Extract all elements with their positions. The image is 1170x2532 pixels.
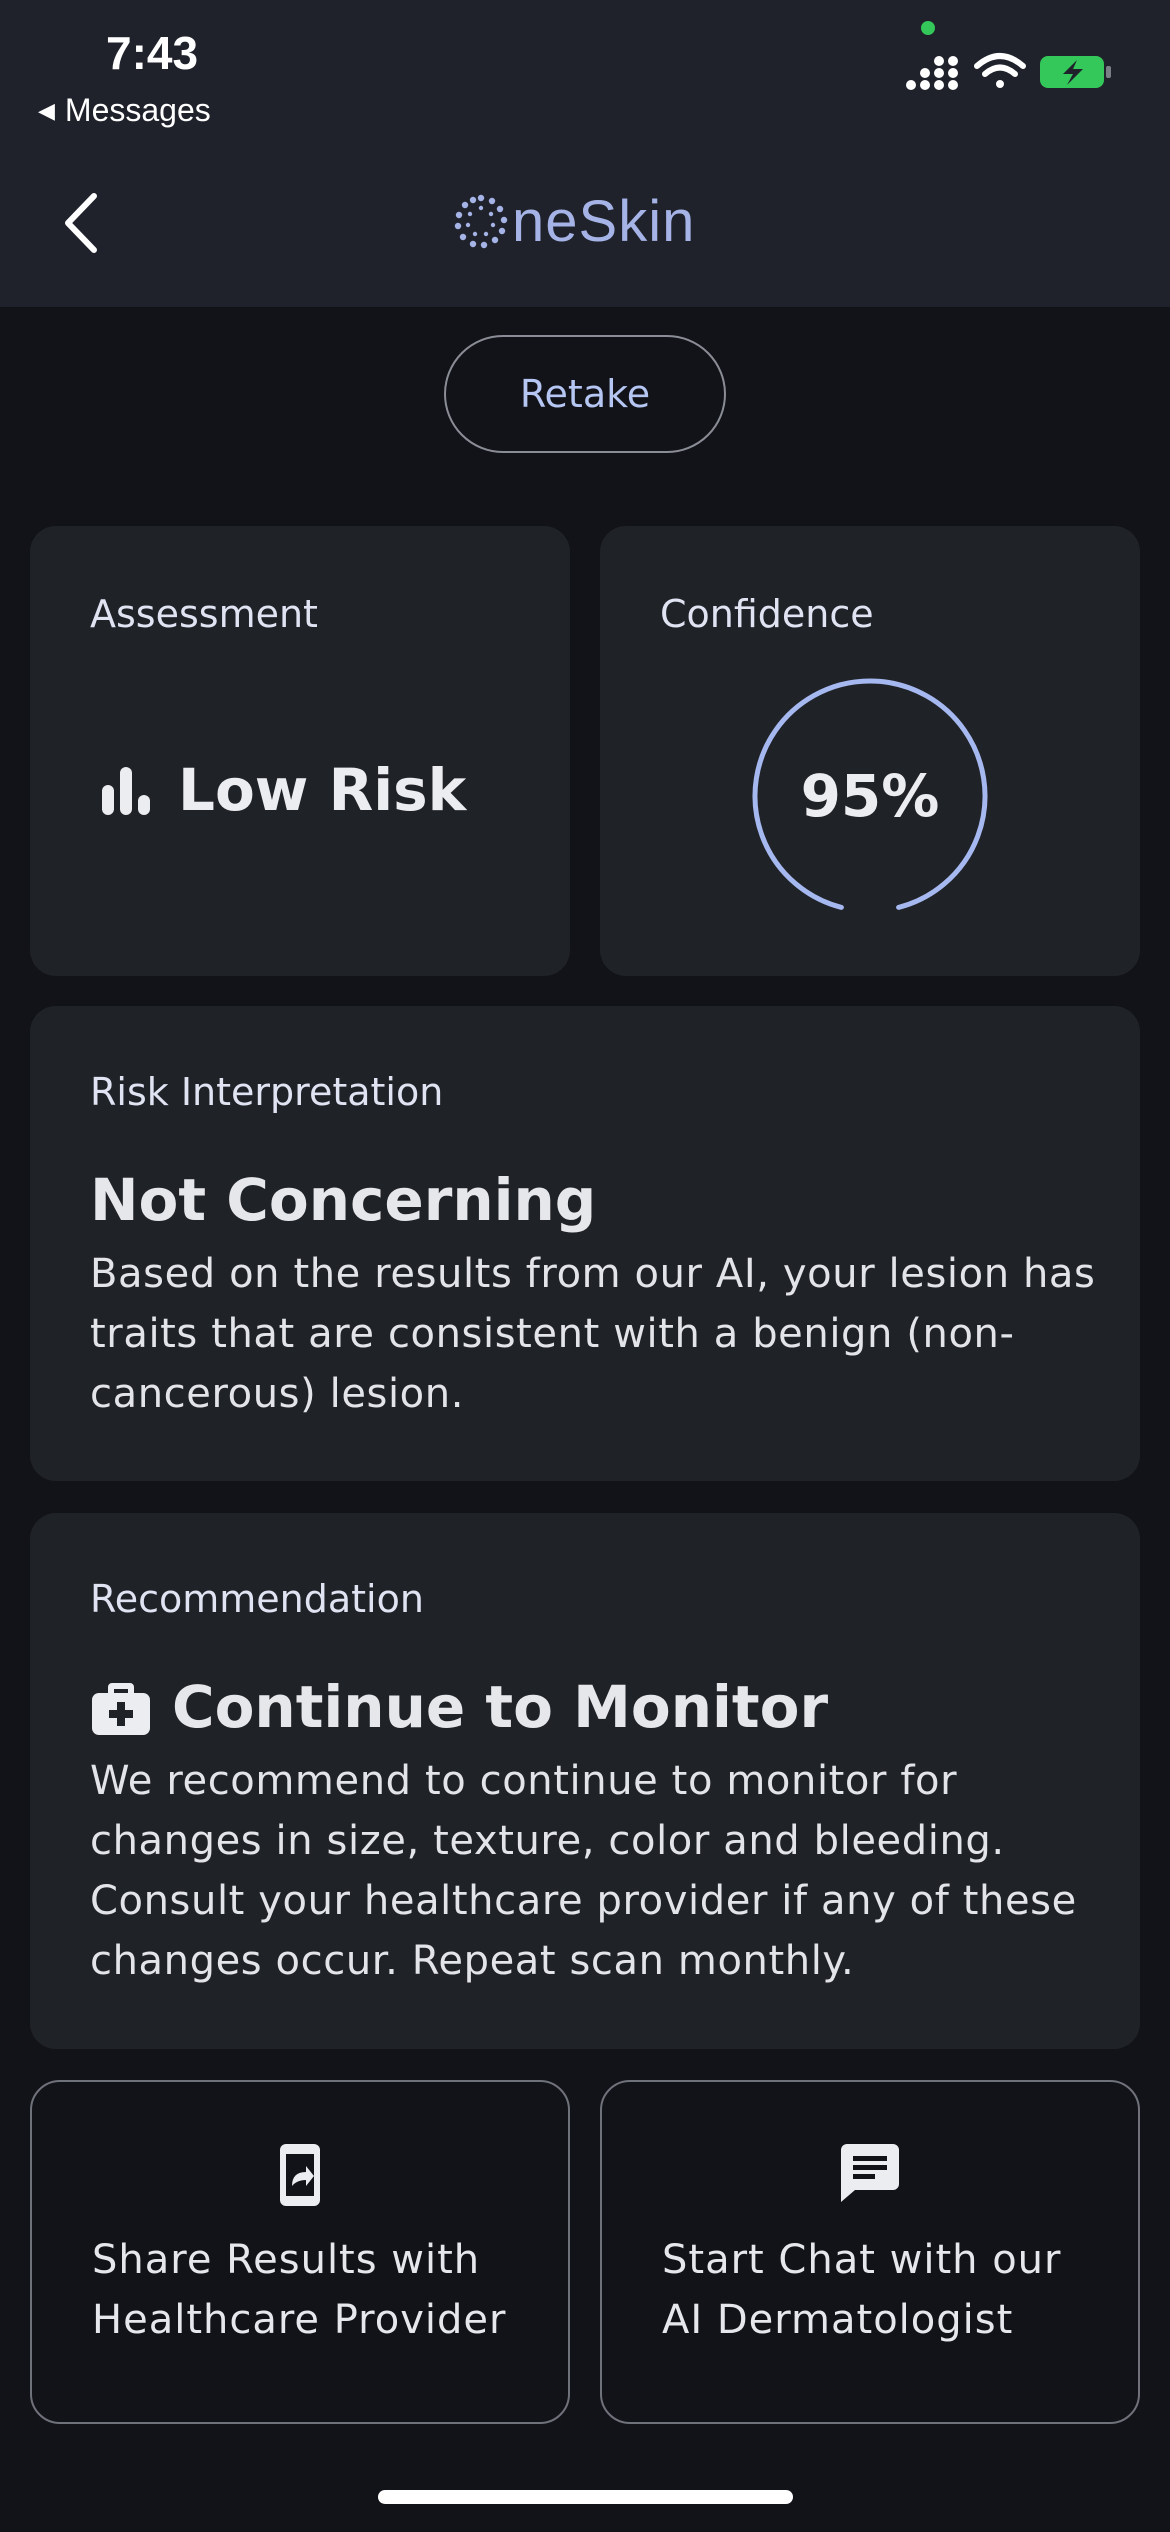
battery-icon — [1040, 56, 1111, 88]
nav-back-button[interactable] — [60, 192, 100, 258]
bar-chart-icon — [102, 767, 150, 815]
recommendation-title-row: Continue to Monitor — [90, 1673, 828, 1741]
medical-kit-icon — [92, 1683, 150, 1735]
confidence-card: Confidence 95% — [600, 526, 1140, 976]
wifi-icon — [974, 53, 1026, 88]
start-chat-button[interactable]: Start Chat with our AI Dermatologist — [600, 2080, 1140, 2424]
start-chat-label: Start Chat with our AI Dermatologist — [662, 2237, 1062, 2343]
assessment-card: Assessment Low Risk — [30, 526, 570, 976]
logo-o-dots-icon — [454, 194, 508, 248]
recommendation-card: Recommendation Continue to Monitor We re… — [30, 1513, 1140, 2049]
app-header: 7:43 ◀ Messages neSkin — [0, 0, 1170, 307]
interpretation-body: Based on the results from our AI, your l… — [90, 1251, 1096, 1417]
assessment-label: Assessment — [90, 592, 318, 636]
home-indicator[interactable] — [378, 2490, 793, 2504]
risk-level-text: Low Risk — [178, 756, 467, 824]
status-time: 7:43 — [106, 27, 199, 79]
back-triangle-icon: ◀ — [38, 97, 55, 123]
oneskin-logo: neSkin — [452, 188, 695, 255]
recommendation-label: Recommendation — [90, 1577, 424, 1621]
chat-message-icon — [841, 2144, 899, 2202]
confidence-label: Confidence — [660, 592, 874, 636]
brand-text: neSkin — [512, 189, 696, 254]
chevron-left-icon — [65, 193, 97, 253]
risk-level: Low Risk — [100, 756, 466, 824]
confidence-value: 95% — [800, 762, 940, 830]
recommendation-title: Continue to Monitor — [172, 1673, 829, 1741]
risk-interpretation-label: Risk Interpretation — [90, 1070, 444, 1114]
status-icons — [905, 52, 1115, 96]
share-phone-icon — [280, 2144, 320, 2206]
interpretation-title: Not Concerning — [90, 1166, 597, 1234]
share-results-label: Share Results with Healthcare Provider — [92, 2237, 507, 2343]
privacy-indicator-dot — [921, 21, 935, 35]
risk-interpretation-card: Risk Interpretation Not Concerning Based… — [30, 1006, 1140, 1481]
back-to-messages-link[interactable]: ◀ Messages — [38, 92, 211, 129]
recommendation-body: We recommend to continue to monitor for … — [90, 1758, 1077, 1984]
retake-button[interactable]: Retake — [444, 335, 726, 453]
cellular-signal-icon — [906, 56, 958, 90]
back-app-label: Messages — [64, 92, 211, 128]
share-results-button[interactable]: Share Results with Healthcare Provider — [30, 2080, 570, 2424]
